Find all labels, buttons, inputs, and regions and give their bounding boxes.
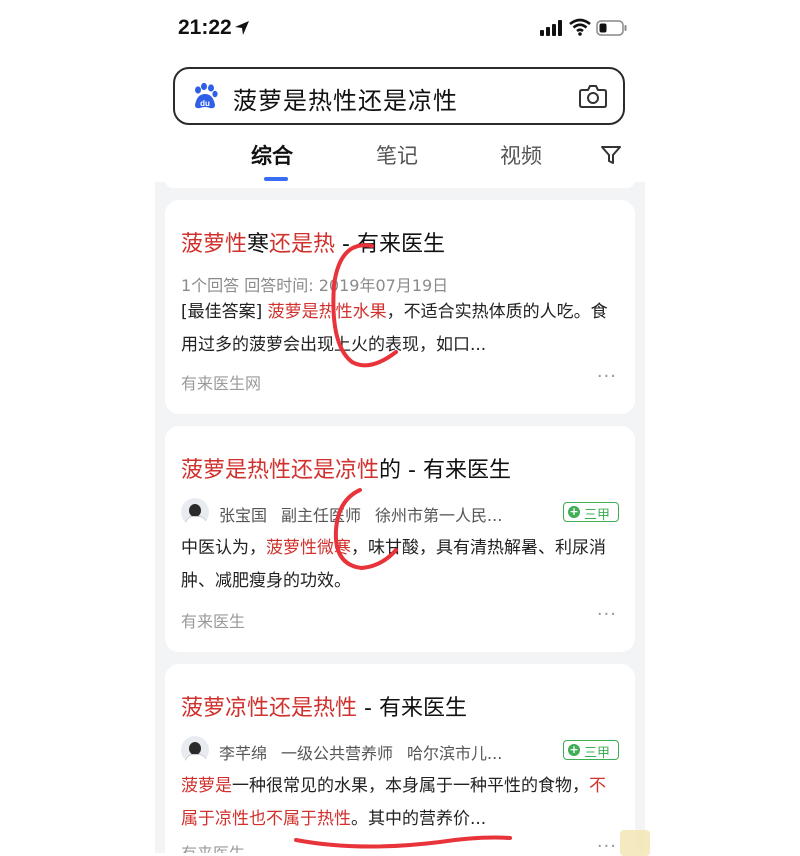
badge-label: 三甲 <box>584 508 611 523</box>
result-card[interactable]: 菠萝性寒还是热 - 有来医生 1个回答 回答时间: 2019年07月19日 [最… <box>165 200 635 414</box>
battery-icon <box>596 20 627 36</box>
doctor-name: 张宝国 <box>219 506 268 525</box>
result-card[interactable]: 菠萝是热性还是凉性的 - 有来医生 张宝国 副主任医师 徐州市第一人民... + 三甲… <box>165 426 635 652</box>
result-source: 有来医生网 <box>181 374 262 393</box>
title-text: 寒 <box>247 232 270 257</box>
search-bar[interactable]: du 菠萝是热性还是凉性 <box>173 67 625 125</box>
doctor-info: 李芊绵 一级公共营养师 哈尔滨市儿... <box>219 740 502 764</box>
snippet-text: 中医认为， <box>181 538 266 558</box>
search-input[interactable]: 菠萝是热性还是凉性 <box>233 81 458 116</box>
result-snippet: 菠萝是一种很常见的水果，本身属于一种平性的食物，不属于凉性也不属于热性。其中的营… <box>181 770 621 836</box>
result-snippet: [最佳答案] 菠萝是热性水果，不适合实热体质的人吃。食用过多的菠萝会出现上火的表… <box>181 296 621 362</box>
results-list: 菠萝性寒还是热 - 有来医生 1个回答 回答时间: 2019年07月19日 [最… <box>155 182 645 853</box>
title-text: - 有来医生 <box>335 232 445 257</box>
plus-icon: + <box>568 505 580 518</box>
doctor-title: 副主任医师 <box>281 506 362 525</box>
previous-card-edge <box>165 182 635 188</box>
result-title[interactable]: 菠萝凉性还是热性 - 有来医生 <box>181 690 467 722</box>
hospital-grade-badge: + 三甲 <box>563 740 619 761</box>
filter-icon[interactable] <box>600 144 622 166</box>
hospital-grade-badge: + 三甲 <box>563 502 619 523</box>
doctor-info: 张宝国 副主任医师 徐州市第一人民... <box>219 502 502 526</box>
snippet-text: 一种很常见的水果，本身属于一种平性的食物， <box>232 776 589 796</box>
result-tabs: 综合 笔记 视频 <box>155 130 645 185</box>
wifi-icon <box>569 18 591 36</box>
result-title[interactable]: 菠萝性寒还是热 - 有来医生 <box>181 226 445 258</box>
more-options-icon[interactable]: ··· <box>597 836 617 853</box>
title-text: - 有来医生 <box>357 696 467 721</box>
title-highlight: 菠萝性 <box>181 232 248 257</box>
tab-videos[interactable]: 视频 <box>500 140 542 170</box>
snippet-text: 。其中的营养价... <box>351 809 487 829</box>
sticky-note-corner <box>620 830 650 856</box>
active-tab-indicator <box>264 177 288 181</box>
location-arrow-icon <box>235 21 249 35</box>
result-meta: 1个回答 回答时间: 2019年07月19日 <box>181 276 449 295</box>
plus-icon: + <box>568 743 580 756</box>
snippet-highlight: 菠萝是热性水果 <box>267 302 387 322</box>
result-source: 有来医生 <box>181 612 246 631</box>
badge-label: 三甲 <box>584 746 611 761</box>
tab-notes[interactable]: 笔记 <box>376 140 418 170</box>
title-highlight: 还是热 <box>269 232 336 257</box>
snippet-highlight: 菠萝性微寒 <box>266 538 351 558</box>
more-options-icon[interactable]: ··· <box>597 604 617 625</box>
doctor-hospital: 徐州市第一人民... <box>375 506 503 525</box>
doctor-hospital: 哈尔滨市儿... <box>407 744 503 763</box>
title-text: 的 - 有来医生 <box>379 458 511 483</box>
tab-all[interactable]: 综合 <box>251 140 293 170</box>
svg-text:du: du <box>200 99 210 108</box>
doctor-name: 李芊绵 <box>219 744 268 763</box>
doctor-title: 一级公共营养师 <box>281 744 394 763</box>
result-source: 有来医生 <box>181 840 245 853</box>
camera-icon[interactable] <box>579 83 607 109</box>
result-title[interactable]: 菠萝是热性还是凉性的 - 有来医生 <box>181 452 511 484</box>
title-highlight: 菠萝是热性还是凉性 <box>181 458 380 483</box>
doctor-avatar <box>181 498 209 526</box>
signal-icon <box>540 20 562 36</box>
doctor-avatar <box>181 736 209 764</box>
status-bar: 21:22 <box>0 0 800 60</box>
snippet-text: [最佳答案] <box>181 302 268 322</box>
snippet-highlight: 菠萝是 <box>181 776 232 796</box>
result-card[interactable]: 菠萝凉性还是热性 - 有来医生 李芊绵 一级公共营养师 哈尔滨市儿... + 三甲 菠… <box>165 664 635 853</box>
baidu-paw-logo-icon: du <box>195 82 218 109</box>
status-time: 21:22 <box>178 16 232 39</box>
more-options-icon[interactable]: ··· <box>597 366 617 387</box>
title-highlight: 菠萝凉性还是热性 <box>181 696 358 721</box>
result-snippet: 中医认为，菠萝性微寒，味甘酸，具有清热解暑、利尿消肿、减肥瘦身的功效。 <box>181 532 621 598</box>
